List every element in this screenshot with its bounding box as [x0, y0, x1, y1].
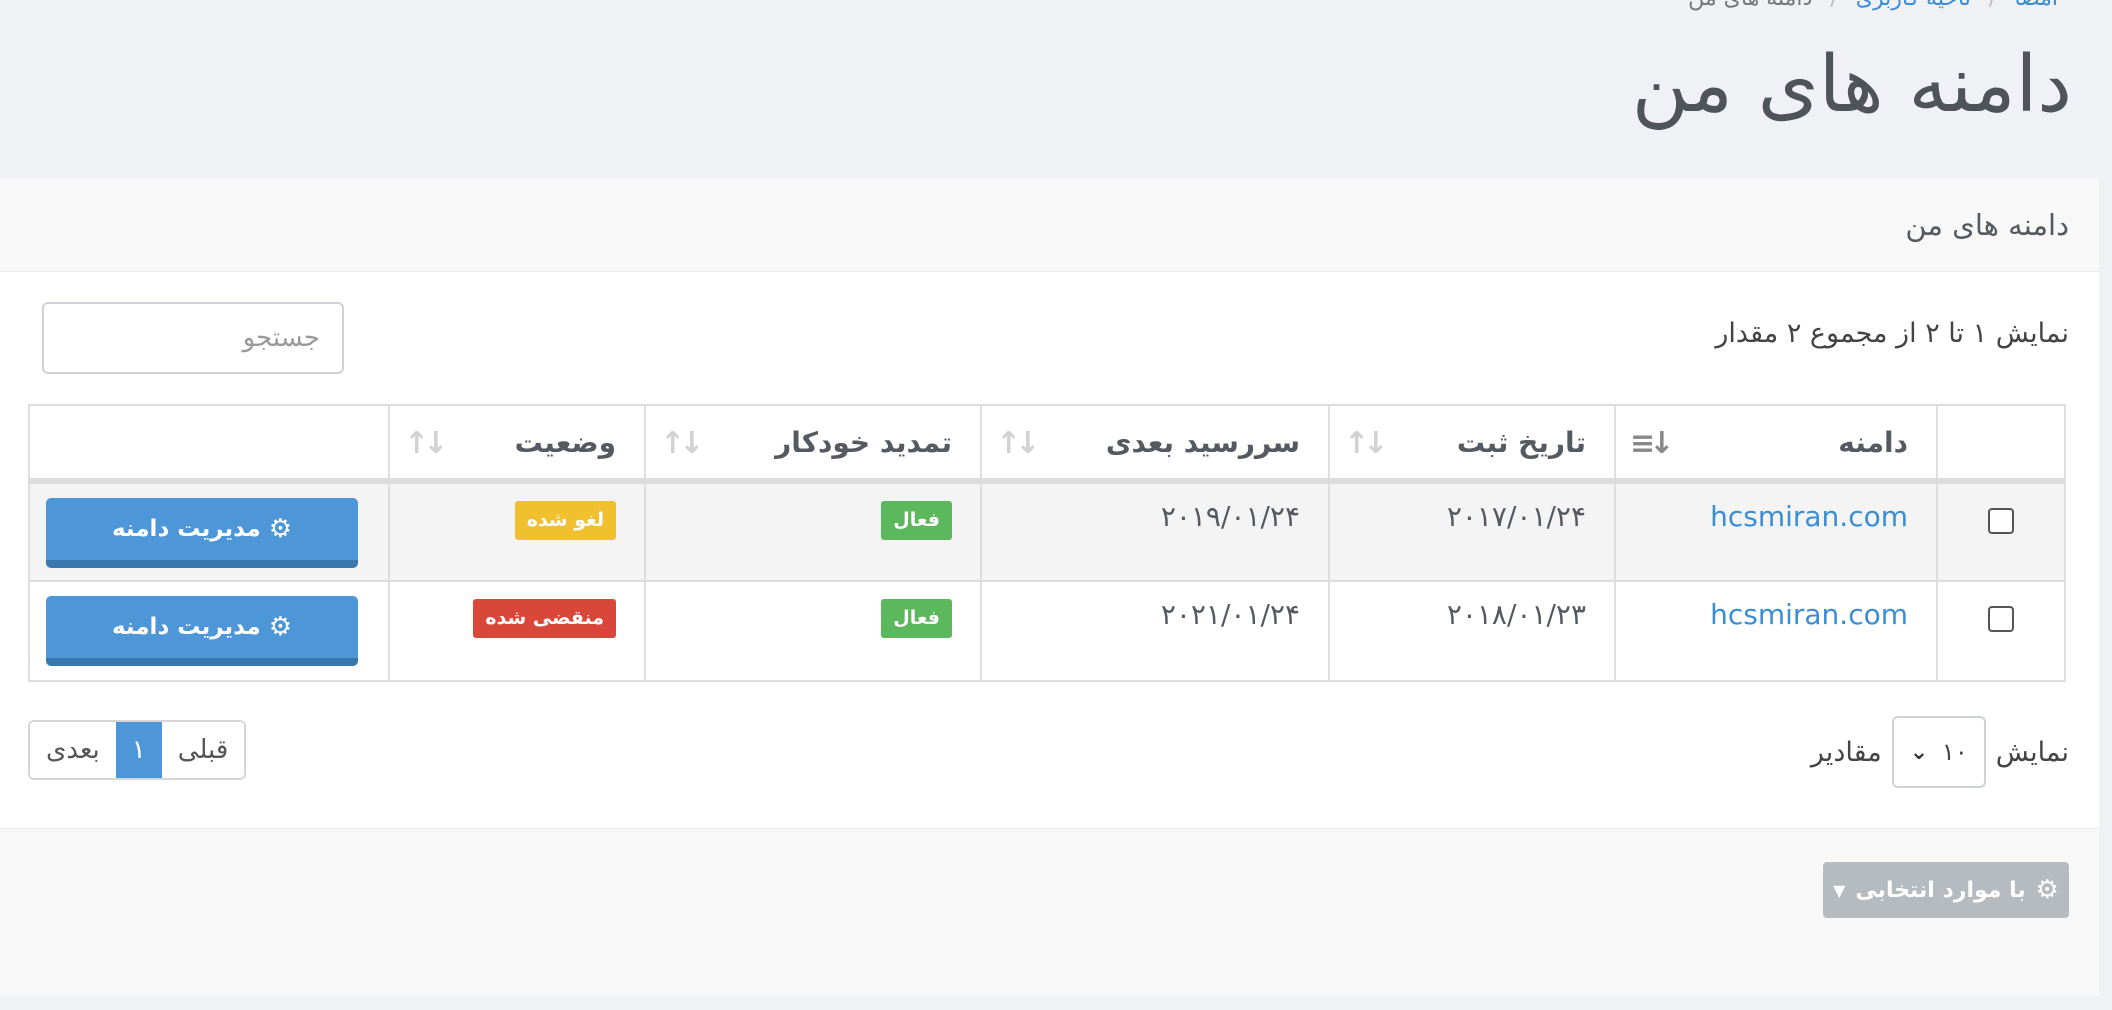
column-header-status[interactable]: وضعیت ↓↑: [388, 404, 646, 484]
caret-down-icon: ▼: [1833, 880, 1846, 900]
search-input[interactable]: [42, 302, 344, 374]
row-checkbox[interactable]: [1988, 606, 2014, 632]
bulk-action-label: با موارد انتخابی: [1855, 877, 2026, 903]
table-row: hcsmiran.com ۲۰۱۸/۰۱/۲۳ ۲۰۲۱/۰۱/۲۴ فعال …: [28, 580, 2066, 682]
sort-desc-icon: ↓≡: [1630, 426, 1674, 461]
action-cell: ⚙ مدیریت دامنه: [28, 480, 390, 582]
length-menu-suffix: مقادیر: [1810, 736, 1882, 768]
length-menu-prefix: نمایش: [1995, 736, 2069, 768]
manage-domain-button[interactable]: ⚙ مدیریت دامنه: [46, 596, 358, 666]
reg-date-cell: ۲۰۱۷/۰۱/۲۴: [1328, 480, 1616, 582]
column-header-label: تاریخ ثبت: [1456, 425, 1586, 459]
breadcrumb-client-area-link[interactable]: ناحیه کاربری: [1856, 0, 1971, 11]
domains-panel: دامنه های من نمایش ۱ تا ۲ از مجموع ۲ مقد…: [0, 178, 2099, 996]
column-header-auto-renew[interactable]: تمدید خودکار ↓↑: [644, 404, 982, 484]
page-length-select[interactable]: ۱۰ ⌄: [1891, 716, 1986, 788]
table-info: نمایش ۱ تا ۲ از مجموع ۲ مقدار: [1715, 318, 2069, 349]
next-due-cell: ۲۰۲۱/۰۱/۲۴: [980, 580, 1330, 682]
row-checkbox[interactable]: [1988, 508, 2014, 534]
sort-icon: ↓↑: [996, 426, 1040, 461]
domain-link[interactable]: hcsmiran.com: [1710, 598, 1908, 631]
bulk-action-button[interactable]: ⚙ با موارد انتخابی ▼: [1823, 862, 2069, 918]
manage-domain-label: مدیریت دامنه: [111, 516, 261, 542]
breadcrumb-home-link[interactable]: امضا: [2014, 0, 2058, 11]
sort-icon: ↓↑: [660, 426, 704, 461]
panel-heading: دامنه های من: [0, 178, 2099, 272]
auto-renew-cell: فعال: [644, 480, 982, 582]
domain-link[interactable]: hcsmiran.com: [1710, 500, 1908, 533]
gear-icon: ⚙: [268, 612, 293, 642]
manage-domain-button[interactable]: ⚙ مدیریت دامنه: [46, 498, 358, 568]
gear-icon: ⚙: [268, 514, 293, 544]
sort-icon: ↓↑: [404, 426, 448, 461]
pagination-next[interactable]: بعدی: [30, 722, 116, 778]
table-row: hcsmiran.com ۲۰۱۷/۰۱/۲۴ ۲۰۱۹/۰۱/۲۴ فعال …: [28, 480, 2066, 582]
chevron-down-icon: ⌄: [1909, 739, 1929, 765]
breadcrumb-separator: /: [1830, 0, 1837, 11]
select-cell: [1936, 580, 2066, 682]
breadcrumb-current: دامنه های من: [1688, 0, 1812, 11]
manage-domain-label: مدیریت دامنه: [111, 614, 261, 640]
action-cell: ⚙ مدیریت دامنه: [28, 580, 390, 682]
panel-footer: ⚙ با موارد انتخابی ▼: [0, 828, 2099, 996]
status-cell: منقضی شده: [388, 580, 646, 682]
column-header-reg-date[interactable]: تاریخ ثبت ↓↑: [1328, 404, 1616, 484]
table-header-row: دامنه ↓≡ تاریخ ثبت ↓↑ سررسید بعدی ↓↑ تمد…: [28, 404, 2066, 484]
auto-renew-badge: فعال: [881, 501, 952, 540]
actions-column-header: [28, 404, 390, 484]
next-due-cell: ۲۰۱۹/۰۱/۲۴: [980, 480, 1330, 582]
length-menu: نمایش ۱۰ ⌄ مقادیر: [1811, 716, 2069, 788]
domain-cell: hcsmiran.com: [1614, 480, 1938, 582]
select-cell: [1936, 480, 2066, 582]
gear-icon: ⚙: [2035, 875, 2059, 905]
breadcrumb: امضا / ناحیه کاربری / دامنه های من: [1688, 0, 2058, 11]
pagination-page-1[interactable]: ۱: [115, 722, 162, 778]
auto-renew-cell: فعال: [644, 580, 982, 682]
status-badge: منقضی شده: [473, 599, 616, 638]
column-header-label: وضعیت: [514, 425, 616, 459]
pagination: بعدی ۱ قبلی: [28, 720, 247, 780]
reg-date-cell: ۲۰۱۸/۰۱/۲۳: [1328, 580, 1616, 682]
column-header-next-due[interactable]: سررسید بعدی ↓↑: [980, 404, 1330, 484]
sort-icon: ↓↑: [1344, 426, 1388, 461]
select-column-header: [1936, 404, 2066, 484]
breadcrumb-separator: /: [1989, 0, 1996, 11]
page-length-value: ۱۰: [1941, 738, 1968, 766]
column-header-domain[interactable]: دامنه ↓≡: [1614, 404, 1938, 484]
status-cell: لغو شده: [388, 480, 646, 582]
column-header-label: دامنه: [1838, 425, 1908, 459]
domains-table: دامنه ↓≡ تاریخ ثبت ↓↑ سررسید بعدی ↓↑ تمد…: [28, 404, 2066, 682]
auto-renew-badge: فعال: [881, 599, 952, 638]
status-badge: لغو شده: [514, 501, 616, 540]
domain-cell: hcsmiran.com: [1614, 580, 1938, 682]
column-header-label: سررسید بعدی: [1105, 425, 1300, 459]
page-title: دامنه های من: [1631, 40, 2072, 130]
pagination-prev[interactable]: قبلی: [161, 722, 245, 778]
column-header-label: تمدید خودکار: [775, 425, 952, 459]
